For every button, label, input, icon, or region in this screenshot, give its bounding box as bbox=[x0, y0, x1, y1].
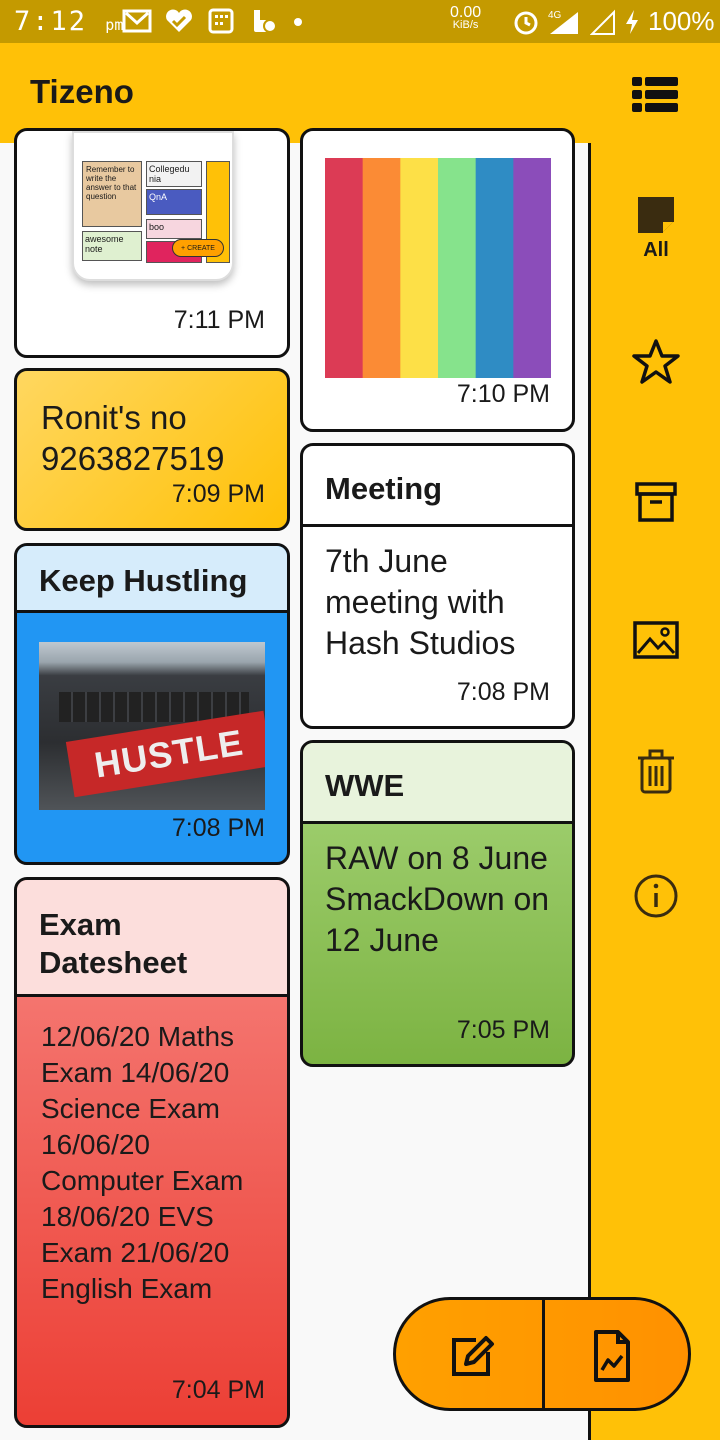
note-title: WWE bbox=[303, 743, 572, 824]
note-time: 7:08 PM bbox=[171, 814, 265, 842]
sidebar-item-archive[interactable] bbox=[621, 467, 691, 537]
note-title: Meeting bbox=[303, 446, 572, 527]
note-time: 7:11 PM bbox=[173, 306, 265, 334]
note-icon bbox=[638, 196, 674, 233]
app-title: Tizeno bbox=[30, 73, 134, 110]
new-text-note-button[interactable] bbox=[444, 1328, 500, 1384]
note-time: 7:05 PM bbox=[456, 1016, 550, 1044]
net-speed: 0.00 KiB/s bbox=[450, 4, 482, 32]
calculator-icon bbox=[208, 8, 234, 34]
note-body: 7th June meeting with Hash Studios bbox=[325, 543, 516, 661]
note-card-rainbow[interactable]: 7:10 PM bbox=[300, 128, 575, 432]
star-icon bbox=[632, 339, 680, 384]
new-image-note-button[interactable] bbox=[584, 1328, 640, 1384]
notification-dot bbox=[294, 18, 302, 26]
fab-group bbox=[393, 1297, 691, 1411]
rainbow-stripe bbox=[475, 158, 514, 378]
sidebar-item-all[interactable]: All bbox=[621, 188, 691, 268]
signal-4g-icon: 4G bbox=[548, 10, 578, 34]
note-time: 7:09 PM bbox=[171, 480, 265, 508]
list-view-icon bbox=[632, 77, 678, 112]
rainbow-stripe bbox=[438, 158, 477, 378]
note-time: 7:10 PM bbox=[456, 380, 550, 408]
heart-check-icon bbox=[166, 9, 192, 32]
trash-icon bbox=[638, 749, 674, 794]
edit-note-icon bbox=[452, 1336, 494, 1376]
fab-divider bbox=[542, 1300, 545, 1408]
note-title: Keep Hustling bbox=[17, 546, 287, 613]
note-time: 7:04 PM bbox=[171, 1376, 265, 1404]
note-card-meeting[interactable]: Meeting 7th June meeting with Hash Studi… bbox=[300, 443, 575, 729]
status-bar: 7:12 pm 0.00 KiB/s 4G 100% bbox=[0, 0, 720, 43]
info-icon bbox=[634, 874, 678, 918]
note-image: HUSTLE bbox=[39, 642, 265, 810]
sidebar-item-label: All bbox=[643, 238, 669, 261]
image-note-icon bbox=[594, 1330, 630, 1382]
svg-text:4G: 4G bbox=[548, 10, 562, 21]
hustle-sticker: HUSTLE bbox=[65, 710, 265, 798]
gmail-icon bbox=[122, 9, 152, 33]
note-body: 12/06/20 Maths Exam 14/06/20 Science Exa… bbox=[41, 1021, 244, 1304]
note-card-exam[interactable]: Exam Datesheet 12/06/20 Maths Exam 14/06… bbox=[14, 877, 290, 1428]
image-icon bbox=[633, 621, 679, 659]
rainbow-stripe bbox=[362, 158, 401, 378]
sidebar: All bbox=[588, 143, 720, 1440]
battery-percent: 100% bbox=[648, 6, 715, 36]
archive-icon bbox=[635, 482, 677, 522]
note-card-screenshot[interactable]: Remember to write the answer to that que… bbox=[14, 128, 290, 358]
rainbow-stripe bbox=[400, 158, 439, 378]
sidebar-item-trash[interactable] bbox=[621, 737, 691, 807]
tap-add-icon bbox=[254, 10, 277, 33]
note-card-wwe[interactable]: WWE RAW on 8 June SmackDown on 12 June 7… bbox=[300, 740, 575, 1067]
note-time: 7:08 PM bbox=[456, 678, 550, 706]
rainbow-stripe bbox=[513, 158, 551, 378]
rainbow-stripe bbox=[325, 158, 364, 378]
status-time: 7:12 pm bbox=[14, 6, 124, 37]
note-body: Ronit's no 9263827519 bbox=[41, 399, 225, 477]
alarm-icon bbox=[514, 11, 538, 34]
rainbow-image bbox=[325, 158, 551, 378]
signal-icon bbox=[590, 9, 615, 35]
note-body: RAW on 8 June SmackDown on 12 June bbox=[325, 840, 550, 958]
sidebar-item-info[interactable] bbox=[621, 861, 691, 931]
note-thumbnail: Remember to write the answer to that que… bbox=[72, 131, 234, 281]
note-title: Exam Datesheet bbox=[17, 880, 287, 997]
view-toggle-button[interactable] bbox=[630, 75, 680, 115]
sidebar-item-images[interactable] bbox=[621, 605, 691, 675]
sidebar-item-favorites[interactable] bbox=[621, 327, 691, 397]
charging-icon bbox=[626, 9, 638, 34]
note-card-hustle[interactable]: Keep Hustling HUSTLE 7:08 PM bbox=[14, 543, 290, 865]
note-card-ronit[interactable]: Ronit's no 9263827519 7:09 PM bbox=[14, 368, 290, 531]
